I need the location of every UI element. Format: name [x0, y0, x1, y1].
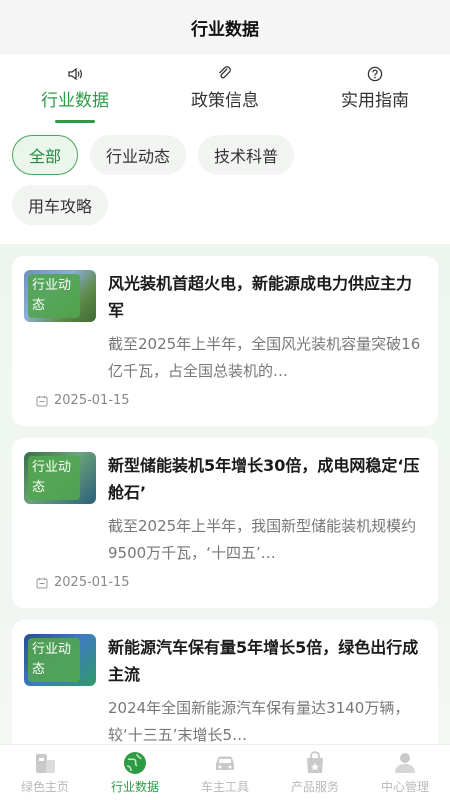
chip-row: 全部 行业动态 技术科普 [12, 135, 440, 175]
chip-tech-science[interactable]: 技术科普 [198, 135, 295, 175]
speaker-icon [68, 67, 82, 81]
nav-product-service[interactable]: 产品服务 [270, 745, 360, 800]
article-summary: 截至2025年上半年，全国风光装机容量突破16亿千瓦，占全国总装机的… [108, 335, 421, 380]
chip-row: 用车攻略 [12, 185, 440, 225]
bottom-nav: 绿色主页 行业数据 车主工具 产品服务 中心管理 [0, 744, 450, 800]
nav-label: 中心管理 [380, 780, 429, 794]
car-icon [216, 756, 234, 770]
tab-industry-data[interactable]: 行业数据 [0, 54, 150, 124]
chip-all[interactable]: 全部 [12, 135, 79, 175]
article-date-text: 2025-01-15 [54, 575, 130, 590]
article-summary: 2024年全国新能源汽车保有量达3140万辆，较‘十三五’末增长5… [108, 699, 410, 744]
globe-icon [124, 752, 146, 774]
shopping-bag-icon [307, 751, 323, 773]
article-date-text: 2025-01-15 [54, 393, 130, 408]
nav-green-home[interactable]: 绿色主页 [0, 745, 90, 800]
article-tag: 行业动态 [28, 456, 80, 500]
article-thumbnail: 行业动态 [24, 634, 96, 686]
article-date: 2025-01-15 [24, 393, 426, 408]
chip-industry-news[interactable]: 行业动态 [90, 135, 187, 175]
tab-label: 政策信息 [191, 91, 259, 111]
nav-label: 车主工具 [200, 780, 249, 794]
tab-policy-info[interactable]: 政策信息 [150, 54, 300, 124]
article-card[interactable]: 行业动态 新能源汽车保有量5年增长5倍，绿色出行成主流 2024年全国新能源汽车… [12, 620, 438, 744]
nav-owner-tools[interactable]: 车主工具 [180, 745, 270, 800]
tab-label: 实用指南 [341, 91, 409, 111]
tab-label: 行业数据 [41, 91, 109, 111]
article-thumbnail: 行业动态 [24, 452, 96, 504]
article-card[interactable]: 行业动态 新型储能装机5年增长30倍，成电网稳定‘压舱石’ 截至2025年上半年… [12, 438, 438, 608]
question-icon [367, 66, 383, 82]
chip-driving-guide[interactable]: 用车攻略 [12, 185, 109, 225]
article-thumbnail: 行业动态 [24, 270, 96, 322]
article-title: 新能源汽车保有量5年增长5倍，绿色出行成主流 [108, 638, 419, 684]
tab-practical-guide[interactable]: 实用指南 [300, 54, 450, 124]
article-summary: 截至2025年上半年，我国新型储能装机规模约9500万千瓦，‘十四五’… [108, 517, 417, 562]
article-tag: 行业动态 [28, 274, 80, 318]
paperclip-icon [219, 66, 231, 79]
nav-industry-data[interactable]: 行业数据 [90, 745, 180, 800]
top-tab-bar: 行业数据 政策信息 实用指南 [0, 54, 450, 124]
nav-label: 行业数据 [110, 780, 159, 794]
article-title: 新型储能装机5年增长30倍，成电网稳定‘压舱石’ [108, 456, 420, 502]
nav-label: 产品服务 [290, 780, 339, 794]
calendar-icon [36, 577, 48, 588]
article-tag: 行业动态 [28, 638, 80, 682]
article-date: 2025-01-15 [24, 575, 426, 590]
user-icon [395, 753, 415, 773]
page-title-text: 行业数据 [191, 19, 259, 40]
active-tab-indicator [55, 120, 95, 123]
category-filter: 全部 行业动态 技术科普 用车攻略 [0, 124, 450, 244]
article-title: 风光装机首超火电，新能源成电力供应主力军 [108, 274, 413, 320]
nav-label: 绿色主页 [20, 780, 69, 794]
nav-center-management[interactable]: 中心管理 [360, 745, 450, 800]
article-card[interactable]: 行业动态 风光装机首超火电，新能源成电力供应主力军 截至2025年上半年，全国风… [12, 256, 438, 426]
home-building-icon [36, 754, 55, 773]
page-title: 行业数据 [0, 0, 450, 54]
calendar-icon [36, 395, 48, 406]
article-list: 行业动态 风光装机首超火电，新能源成电力供应主力军 截至2025年上半年，全国风… [0, 244, 450, 744]
